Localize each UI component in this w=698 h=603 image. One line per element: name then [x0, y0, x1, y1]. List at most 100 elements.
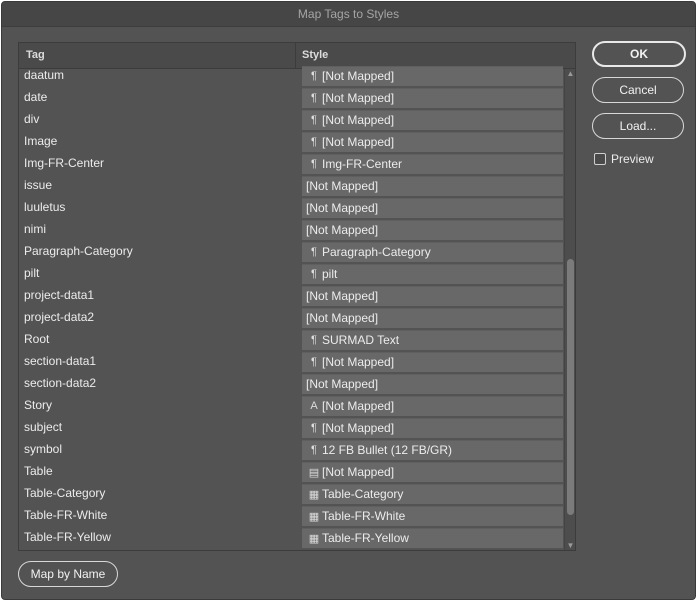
table-row[interactable]: Img-FR-Center ¶ Img-FR-Center [19, 153, 564, 175]
style-value: [Not Mapped] [322, 355, 395, 369]
paragraph-style-icon: ¶ [311, 334, 317, 346]
style-value: Img-FR-Center [322, 157, 403, 171]
tag-name: Paragraph-Category [24, 244, 133, 258]
style-dropdown[interactable]: ▦ Table-FR-Yellow [302, 528, 563, 548]
style-dropdown[interactable]: [Not Mapped] [302, 374, 563, 394]
tag-name: Image [24, 134, 58, 148]
style-value: [Not Mapped] [306, 289, 379, 303]
style-value: [Not Mapped] [322, 135, 395, 149]
table-row[interactable]: daatum ¶ [Not Mapped] [19, 65, 564, 87]
tag-name: div [24, 112, 40, 126]
table-row[interactable]: Image ¶ [Not Mapped] [19, 131, 564, 153]
tag-header-label: Tag [26, 49, 45, 61]
scroll-down-icon[interactable]: ▼ [565, 541, 575, 550]
style-dropdown[interactable]: ¶ SURMAD Text [302, 330, 563, 350]
style-value: Paragraph-Category [322, 245, 431, 259]
vertical-scrollbar[interactable]: ▲ ▼ [564, 69, 575, 550]
table-row[interactable]: div ¶ [Not Mapped] [19, 109, 564, 131]
table-row[interactable]: Root ¶ SURMAD Text [19, 329, 564, 351]
table-row[interactable]: Story A [Not Mapped] [19, 395, 564, 417]
paragraph-style-icon: ¶ [311, 158, 317, 170]
cell-style-icon: ▦ [308, 489, 320, 501]
table-row[interactable]: project-data1 [Not Mapped] [19, 285, 564, 307]
table-row[interactable]: project-data2 [Not Mapped] [19, 307, 564, 329]
style-value: [Not Mapped] [306, 179, 379, 193]
style-dropdown[interactable]: A [Not Mapped] [302, 396, 563, 416]
style-dropdown[interactable]: ▤ [Not Mapped] [302, 462, 563, 482]
map-by-name-button[interactable]: Map by Name [18, 561, 118, 587]
table-row[interactable]: issue [Not Mapped] [19, 175, 564, 197]
style-value: [Not Mapped] [322, 465, 395, 479]
style-dropdown[interactable]: ¶ [Not Mapped] [302, 66, 563, 86]
table-row[interactable]: symbol ¶ 12 FB Bullet (12 FB/GR) [19, 439, 564, 461]
style-dropdown[interactable]: [Not Mapped] [302, 286, 563, 306]
style-dropdown[interactable]: [Not Mapped] [302, 308, 563, 328]
style-dropdown[interactable]: [Not Mapped] [302, 220, 563, 240]
paragraph-style-icon: ¶ [311, 136, 317, 148]
table-row[interactable]: Table ▤ [Not Mapped] [19, 461, 564, 483]
table-row[interactable]: pilt ¶ pilt [19, 263, 564, 285]
paragraph-style-icon: ¶ [311, 444, 317, 456]
tag-name: issue [24, 178, 53, 192]
load-button[interactable]: Load... [592, 113, 684, 139]
scroll-thumb[interactable] [567, 259, 574, 515]
style-dropdown[interactable]: ¶ [Not Mapped] [302, 352, 563, 372]
style-dropdown[interactable]: ▦ Table-FR-White [302, 506, 563, 526]
character-style-icon: A [310, 400, 318, 412]
table-row[interactable]: subject ¶ [Not Mapped] [19, 417, 564, 439]
tag-style-table: Tag Style daatum ¶ [Not Mapped] date ¶ [Not M… [18, 42, 576, 551]
style-dropdown[interactable]: ¶ [Not Mapped] [302, 418, 563, 438]
cancel-button[interactable]: Cancel [592, 77, 684, 103]
tag-name: pilt [24, 266, 40, 280]
table-row[interactable]: Table-FR-White ▦ Table-FR-White [19, 505, 564, 527]
table-row[interactable]: date ¶ [Not Mapped] [19, 87, 564, 109]
style-value: Table-FR-Yellow [322, 531, 409, 545]
tag-name: project-data1 [24, 288, 95, 302]
tag-name: symbol [24, 442, 63, 456]
tag-name: nimi [24, 222, 47, 236]
tag-name: Table-Category [24, 486, 106, 500]
preview-checkbox[interactable] [594, 153, 606, 165]
style-dropdown[interactable]: ¶ Paragraph-Category [302, 242, 563, 262]
table-row[interactable]: Paragraph-Category ¶ Paragraph-Category [19, 241, 564, 263]
table-row[interactable]: Table-FR-Yellow ▦ Table-FR-Yellow [19, 527, 564, 549]
style-dropdown[interactable]: ¶ Img-FR-Center [302, 154, 563, 174]
paragraph-style-icon: ¶ [311, 114, 317, 126]
paragraph-style-icon: ¶ [311, 92, 317, 104]
tag-name: Story [24, 398, 53, 412]
cell-style-icon: ▦ [308, 533, 320, 545]
style-value: [Not Mapped] [306, 311, 379, 325]
style-dropdown[interactable]: ¶ [Not Mapped] [302, 110, 563, 130]
style-dropdown[interactable]: [Not Mapped] [302, 198, 563, 218]
style-value: 12 FB Bullet (12 FB/GR) [322, 443, 453, 457]
style-dropdown[interactable]: [Not Mapped] [302, 176, 563, 196]
style-header-label[interactable]: Style [302, 49, 328, 61]
style-value: [Not Mapped] [306, 377, 379, 391]
map-tags-dialog: Map Tags to Styles Tag Style daatum ¶ [Not… [1, 1, 696, 600]
tag-name: Table-FR-Yellow [24, 530, 111, 544]
style-dropdown[interactable]: ¶ [Not Mapped] [302, 88, 563, 108]
table-row[interactable]: luuletus [Not Mapped] [19, 197, 564, 219]
table-row[interactable]: nimi [Not Mapped] [19, 219, 564, 241]
ok-button[interactable]: OK [592, 41, 686, 67]
table-row[interactable]: section-data2 [Not Mapped] [19, 373, 564, 395]
style-dropdown[interactable]: ¶ [Not Mapped] [302, 132, 563, 152]
style-value: [Not Mapped] [306, 223, 379, 237]
style-value: Table-FR-White [322, 509, 406, 523]
tag-name: section-data1 [24, 354, 97, 368]
style-value: SURMAD Text [322, 333, 400, 347]
tag-name: Table [24, 464, 53, 478]
paragraph-style-icon: ¶ [311, 268, 317, 280]
tag-name: Table-FR-White [24, 508, 108, 522]
paragraph-style-icon: ¶ [311, 70, 317, 82]
style-value: [Not Mapped] [322, 91, 395, 105]
table-row[interactable]: section-data1 ¶ [Not Mapped] [19, 351, 564, 373]
style-value: pilt [322, 267, 338, 281]
style-dropdown[interactable]: ¶ 12 FB Bullet (12 FB/GR) [302, 440, 563, 460]
paragraph-style-icon: ¶ [311, 422, 317, 434]
scroll-up-icon[interactable]: ▲ [565, 69, 575, 79]
style-dropdown[interactable]: ▦ Table-Category [302, 484, 563, 504]
table-row[interactable]: Table-Category ▦ Table-Category [19, 483, 564, 505]
preview-label: Preview [611, 152, 654, 166]
style-dropdown[interactable]: ¶ pilt [302, 264, 563, 284]
